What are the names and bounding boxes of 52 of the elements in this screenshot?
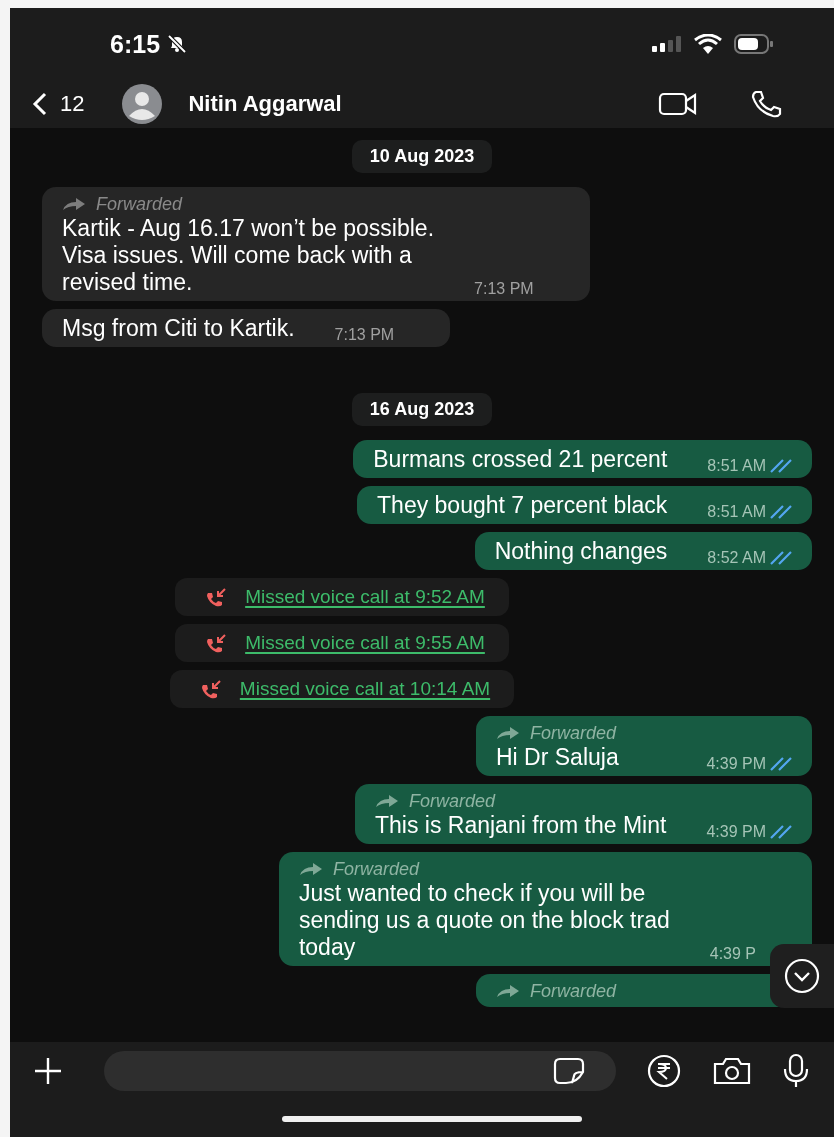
message-time: 7:13 PM [474,280,534,298]
forwarded-label: Forwarded [96,193,183,215]
message-text: Burmans crossed 21 percent [373,446,668,473]
forwarded-label: Forwarded [530,980,617,1002]
forward-icon [298,862,323,876]
forward-icon [374,794,399,808]
chevron-left-icon [32,92,48,116]
forwarded-label: Forwarded [408,790,495,812]
phone-icon[interactable] [750,89,784,119]
message-time: 4:39 P [709,945,756,963]
message-time: 8:51 AM [707,457,766,475]
message-time: 4:39 PM [706,823,766,841]
forwarded-label: Forwarded [332,858,419,880]
message-text: Just wanted to check if you will be sending us a quote on the block trad today [298,880,670,961]
wifi-icon [694,34,722,54]
message-text: Hi Dr Saluja [496,744,619,771]
message-time: 8:51 AM [707,503,766,521]
message-time: 8:52 AM [707,549,766,567]
message-text: This is Ranjani from the Mint [374,812,667,839]
contact-name[interactable]: Nitin Aggarwal [188,91,342,117]
plus-icon[interactable] [32,1055,64,1087]
message-time: 4:39 PM [706,755,766,773]
status-time: 6:15 [110,29,161,59]
message-text: Kartik - Aug 16.17 won’t be possible. Visa issues. Will come back with a revised time. [62,215,435,296]
home-indicator[interactable] [282,1115,582,1122]
date-separator: 10 Aug 2023 [351,140,493,173]
missed-call-icon [205,633,228,653]
missed-call-icon [199,679,222,699]
camera-icon[interactable] [712,1055,752,1087]
forwarded-label: Forwarded [530,722,617,744]
back-button[interactable]: 12 [32,91,85,117]
forward-icon [496,726,520,740]
rupee-icon[interactable] [646,1053,682,1089]
scroll-down-button[interactable] [770,944,834,1008]
message-text: Nothing changes [494,538,668,565]
chevron-down-circle-icon [784,958,820,994]
forward-icon [496,984,520,998]
sticker-icon[interactable] [552,1056,586,1086]
battery-icon [734,34,774,54]
missed-call-link[interactable]: Missed voice call at 9:52 AM [245,586,485,608]
message-text: They bought 7 percent black [377,492,668,519]
missed-call-link[interactable]: Missed voice call at 10:14 AM [239,678,491,700]
missed-call-link[interactable]: Missed voice call at 9:55 AM [245,632,485,654]
missed-call-icon [205,587,228,607]
message-input-field[interactable] [104,1051,616,1091]
microphone-icon[interactable] [782,1053,810,1089]
video-call-icon[interactable] [658,91,698,117]
message-time: 7:13 PM [334,326,395,344]
forward-icon [62,197,86,211]
signal-icon [652,36,682,52]
message-text: Msg from Citi to Kartik. [62,315,295,342]
date-separator: 16 Aug 2023 [351,393,493,426]
